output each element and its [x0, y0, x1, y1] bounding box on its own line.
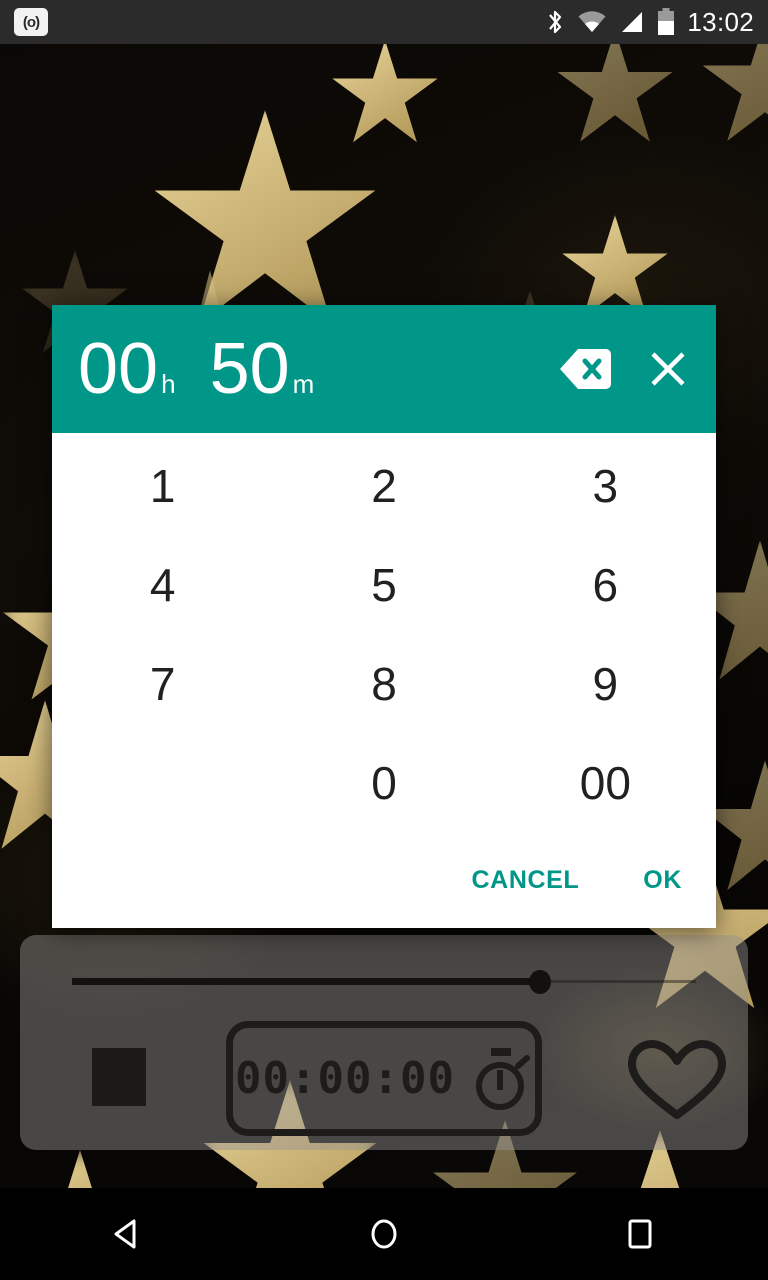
- close-icon[interactable]: [646, 347, 690, 391]
- timer-value: 00:00:00: [235, 1053, 455, 1104]
- minutes-display: 50 m: [210, 333, 315, 405]
- key-0[interactable]: 0: [273, 733, 494, 832]
- key-7[interactable]: 7: [52, 635, 273, 734]
- status-bar-left-icons: (o): [14, 8, 48, 36]
- key-6[interactable]: 6: [495, 536, 716, 635]
- phone-screen: (o) 13:02 00:00:00 00 h 50 m 1 2 3 4 5 6…: [0, 0, 768, 1280]
- time-picker-dialog: 00 h 50 m 1 2 3 4 5 6 7 8 9 0 00 CANCEL …: [52, 305, 716, 928]
- cancel-button[interactable]: CANCEL: [472, 866, 580, 895]
- stop-button[interactable]: [92, 1048, 146, 1106]
- key-3[interactable]: 3: [495, 437, 716, 536]
- back-triangle-icon: [114, 1219, 136, 1249]
- seek-thumb[interactable]: [529, 970, 551, 994]
- screenshot-icon: (o): [14, 8, 48, 36]
- key-1[interactable]: 1: [52, 437, 273, 536]
- heart-icon: [628, 1040, 726, 1119]
- navigation-bar: [0, 1188, 768, 1280]
- key-5[interactable]: 5: [273, 536, 494, 635]
- seek-track-fill: [72, 978, 540, 985]
- hours-display: 00 h: [78, 333, 176, 405]
- key-empty: [52, 733, 273, 832]
- seek-slider[interactable]: [72, 970, 696, 994]
- back-button[interactable]: [68, 1204, 188, 1264]
- status-bar-right-icons: 13:02: [545, 7, 754, 38]
- backspace-icon[interactable]: [558, 347, 612, 391]
- hours-unit-label: h: [161, 369, 176, 399]
- wifi-icon: [578, 11, 606, 32]
- player-controls: 00:00:00: [20, 1013, 748, 1143]
- recents-button[interactable]: [580, 1204, 700, 1264]
- key-4[interactable]: 4: [52, 536, 273, 635]
- status-bar-clock: 13:02: [687, 6, 754, 37]
- stopwatch-icon: [475, 1047, 530, 1110]
- timer-display-button[interactable]: 00:00:00: [226, 1021, 542, 1136]
- minutes-unit-label: m: [292, 369, 315, 399]
- time-picker-header: 00 h 50 m: [52, 305, 716, 433]
- status-bar: (o) 13:02: [0, 0, 768, 44]
- battery-icon: [658, 8, 675, 35]
- minutes-value: 50: [209, 329, 290, 409]
- key-8[interactable]: 8: [273, 635, 494, 734]
- home-button[interactable]: [324, 1204, 444, 1264]
- media-player-panel: 00:00:00: [20, 935, 748, 1150]
- header-actions: [558, 347, 690, 391]
- key-9[interactable]: 9: [495, 635, 716, 734]
- home-circle-icon: [371, 1219, 397, 1249]
- ok-button[interactable]: OK: [643, 866, 682, 895]
- favorite-button[interactable]: [624, 1039, 730, 1121]
- hours-value: 00: [78, 329, 159, 409]
- dialog-actions: CANCEL OK: [52, 832, 716, 928]
- bluetooth-icon: [549, 10, 562, 34]
- cellular-signal-icon: [622, 12, 643, 32]
- numeric-keypad: 1 2 3 4 5 6 7 8 9 0 00: [52, 433, 716, 832]
- recents-square-icon: [628, 1219, 652, 1249]
- key-2[interactable]: 2: [273, 437, 494, 536]
- key-00[interactable]: 00: [495, 733, 716, 832]
